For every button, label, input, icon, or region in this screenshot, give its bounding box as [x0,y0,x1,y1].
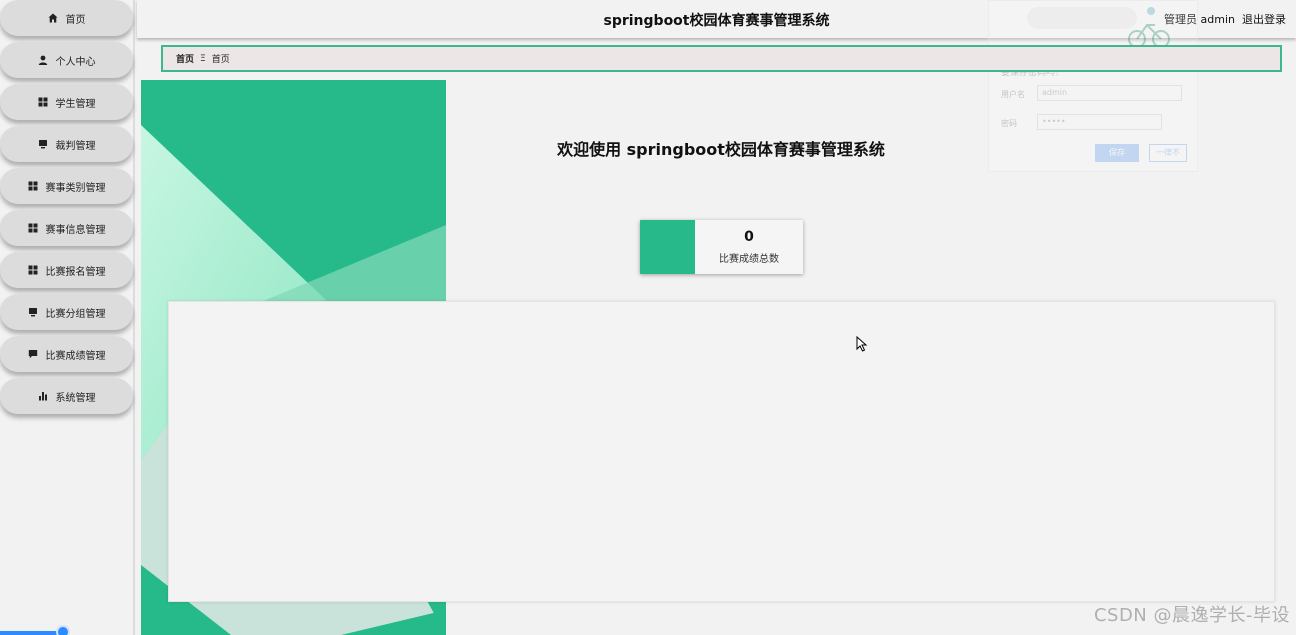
chart-panel [168,301,1275,602]
grid-icon [28,181,38,191]
breadcrumb: 首页 Ξ 首页 [161,45,1282,72]
username-field[interactable]: admin [1037,85,1182,101]
monitor-icon [28,307,38,317]
person-icon [38,55,48,65]
sidebar-item-grouping[interactable]: 比赛分组管理 [0,294,133,330]
logout-link[interactable]: 退出登录 [1242,11,1286,27]
breadcrumb-separator: Ξ [200,53,206,64]
welcome-heading: 欢迎使用 springboot校园体育赛事管理系统 [557,140,885,159]
sidebar-item-profile[interactable]: 个人中心 [0,42,133,78]
sidebar-item-label: 赛事类别管理 [45,182,106,194]
stat-card-accent [640,220,695,274]
watermark: CSDN @晨逸学长-毕设 [1093,605,1290,626]
password-field[interactable]: ••••• [1037,114,1162,130]
comment-icon [28,349,38,359]
sidebar-item-label: 学生管理 [55,98,96,110]
save-password-dialog: 要保存密码吗？ 用户名 admin 密码 ••••• 保存 一律不 [988,0,1198,172]
sidebar-item-label: 裁判管理 [55,140,96,152]
sidebar: 首页 个人中心 学生管理 裁判管理 赛事类别管理 赛事信息管理 比赛报名管理 比… [0,0,135,635]
stat-label: 比赛成绩总数 [719,254,779,265]
username-label: 用户名 [1001,90,1025,99]
password-label: 密码 [1001,119,1017,128]
sidebar-item-label: 系统管理 [55,392,96,404]
sidebar-item-event-info[interactable]: 赛事信息管理 [0,210,133,246]
save-password-button[interactable]: 保存 [1095,144,1139,162]
breadcrumb-current: 首页 [211,55,230,65]
grid-icon [38,97,48,107]
bar-chart-icon [38,391,48,401]
sidebar-item-label: 比赛报名管理 [45,266,106,278]
sidebar-item-label: 比赛成绩管理 [45,350,106,362]
sidebar-item-label: 赛事信息管理 [45,224,106,236]
sidebar-item-home[interactable]: 首页 [0,0,133,36]
sidebar-item-label: 个人中心 [55,56,96,68]
never-save-button[interactable]: 一律不 [1149,144,1187,162]
sidebar-scroll-handle[interactable] [56,625,70,635]
toolbar-pill [1027,7,1137,29]
sidebar-item-label: 比赛分组管理 [45,308,106,320]
sidebar-item-results[interactable]: 比赛成绩管理 [0,336,133,372]
sidebar-item-referees[interactable]: 裁判管理 [0,126,133,162]
stat-value: 0 [744,229,754,245]
breadcrumb-home[interactable]: 首页 [176,52,194,65]
home-icon [48,13,58,23]
sidebar-item-students[interactable]: 学生管理 [0,84,133,120]
grid-icon [28,265,38,275]
mouse-cursor-icon [856,336,868,352]
sidebar-item-system[interactable]: 系统管理 [0,378,133,414]
sidebar-item-registration[interactable]: 比赛报名管理 [0,252,133,288]
sidebar-item-label: 首页 [65,14,86,26]
monitor-icon [38,139,48,149]
bike-icon [1128,7,1170,48]
grid-icon [28,223,38,233]
sidebar-item-event-categories[interactable]: 赛事类别管理 [0,168,133,204]
stat-card-results-total: 0 比赛成绩总数 [640,220,803,274]
